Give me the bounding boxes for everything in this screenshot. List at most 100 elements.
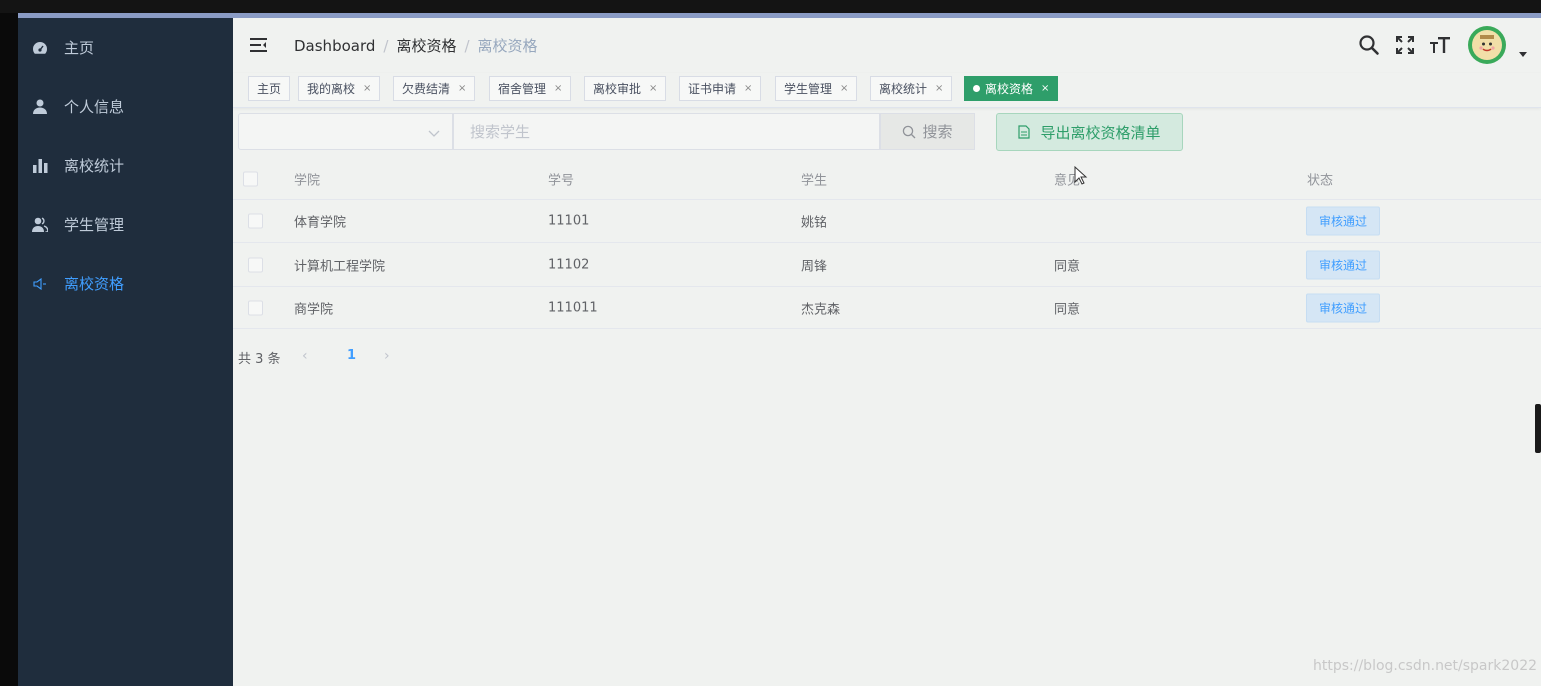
status-badge: 审核通过 (1306, 206, 1381, 236)
table-header: 学院 学号 学生 意见 状态 (233, 158, 1541, 200)
sidebar-item-profile[interactable]: 个人信息 (18, 77, 233, 136)
avatar[interactable] (1468, 26, 1506, 64)
font-size-icon[interactable] (1429, 34, 1451, 56)
tag-approval[interactable]: 离校审批 × (584, 76, 667, 101)
tag-label: 离校资格 (985, 82, 1034, 96)
cell-student: 姚铭 (801, 215, 828, 231)
close-icon[interactable]: × (1041, 83, 1049, 94)
speaker-icon (32, 276, 48, 292)
pagination: 共 3 条 ‹ 1 › (238, 346, 390, 368)
cell-student: 周锋 (801, 259, 828, 274)
table-row[interactable]: 计算机工程学院 11102 周锋 同意 审核通过 (233, 243, 1541, 287)
scrollbar-handle[interactable] (1535, 404, 1541, 453)
cell-college: 商学院 (294, 302, 334, 317)
sidebar-item-label: 离校资格 (64, 275, 125, 293)
main-content: Dashboard / 离校资格 / 离校资格 主页 我的离校 × 欠费结清 ×… (233, 18, 1541, 686)
tag-home[interactable]: 主页 (248, 76, 291, 101)
page-number-current[interactable]: 1 (347, 348, 356, 363)
people-icon (32, 217, 48, 233)
table-row[interactable]: 体育学院 11101 姚铭 审核通过 (233, 200, 1541, 243)
sidebar-item-label: 学生管理 (64, 216, 125, 234)
close-icon[interactable]: × (458, 83, 466, 94)
dashboard-icon (32, 40, 48, 56)
row-checkbox[interactable] (248, 300, 263, 315)
close-icon[interactable]: × (744, 83, 752, 94)
next-page-icon[interactable]: › (384, 348, 390, 364)
breadcrumb-item-dashboard[interactable]: Dashboard (294, 37, 375, 55)
tag-label: 主页 (257, 82, 282, 96)
select-all-checkbox[interactable] (243, 171, 258, 186)
mouse-cursor-icon (1074, 166, 1088, 185)
college-select[interactable] (238, 113, 453, 150)
breadcrumb-separator: / (464, 36, 470, 55)
sidebar: 主页 个人信息 离校统计 学生管理 离校资格 (18, 18, 233, 686)
sidebar-item-leave-qualification[interactable]: 离校资格 (18, 254, 233, 313)
tag-label: 证书申请 (688, 82, 737, 96)
close-icon[interactable]: × (554, 83, 562, 94)
cell-college: 计算机工程学院 (294, 259, 386, 274)
cell-id: 11101 (548, 213, 590, 229)
tag-fees[interactable]: 欠费结清 × (393, 76, 476, 101)
sidebar-item-label: 主页 (64, 39, 95, 57)
cell-opinion: 同意 (1054, 302, 1081, 317)
breadcrumb-separator: / (383, 36, 389, 55)
cell-id: 11102 (548, 257, 590, 272)
cell-id: 111011 (548, 300, 598, 315)
tag-certificate[interactable]: 证书申请 × (679, 76, 762, 101)
sidebar-item-students[interactable]: 学生管理 (18, 195, 233, 254)
navbar: Dashboard / 离校资格 / 离校资格 (233, 18, 1541, 73)
status-badge: 审核通过 (1306, 293, 1381, 322)
document-icon (1018, 125, 1031, 139)
close-icon[interactable]: × (363, 83, 371, 94)
column-header-college: 学院 (294, 173, 321, 188)
tag-label: 离校审批 (593, 82, 642, 96)
row-checkbox[interactable] (248, 213, 263, 229)
sidebar-item-label: 个人信息 (64, 98, 125, 116)
tag-my-leave[interactable]: 我的离校 × (298, 76, 381, 101)
column-header-id: 学号 (548, 173, 575, 188)
sidebar-item-home[interactable]: 主页 (18, 18, 233, 77)
breadcrumb-item-current: 离校资格 (477, 37, 538, 55)
tag-students[interactable]: 学生管理 × (775, 76, 858, 101)
tags-view: 主页 我的离校 × 欠费结清 × 宿舍管理 × 离校审批 × 证书申请 × 学生管理 × 离… (233, 73, 1541, 108)
avatar-face-icon (1472, 30, 1502, 60)
breadcrumb-item[interactable]: 离校资格 (396, 35, 456, 56)
close-icon[interactable]: × (840, 83, 848, 94)
tag-label: 欠费结清 (402, 82, 451, 96)
hamburger-icon[interactable] (249, 35, 269, 55)
caret-down-icon[interactable] (1519, 52, 1527, 57)
table-row[interactable]: 商学院 111011 杰克森 同意 审核通过 (233, 287, 1541, 329)
breadcrumb: Dashboard / 离校资格 / 离校资格 (294, 35, 538, 56)
bar-chart-icon (32, 158, 48, 174)
prev-page-icon[interactable]: ‹ (302, 348, 308, 364)
search-input[interactable] (453, 113, 880, 150)
export-button[interactable]: 导出离校资格清单 (996, 113, 1183, 151)
tag-label: 我的离校 (307, 82, 356, 96)
cell-student: 杰克森 (801, 302, 841, 317)
tag-dormitory[interactable]: 宿舍管理 × (489, 76, 572, 101)
column-header-status: 状态 (1307, 173, 1334, 188)
search-button-label: 搜索 (922, 123, 953, 141)
status-badge: 审核通过 (1306, 250, 1381, 279)
row-checkbox[interactable] (248, 257, 263, 272)
close-icon[interactable]: × (649, 83, 657, 94)
chevron-down-icon (428, 124, 440, 143)
search-button[interactable]: 搜索 (880, 113, 975, 150)
tag-leave-qualification[interactable]: 离校资格 × (964, 76, 1059, 101)
search-icon[interactable] (1358, 34, 1380, 56)
search-icon (903, 125, 916, 138)
column-header-student: 学生 (801, 173, 828, 188)
tag-label: 宿舍管理 (498, 82, 547, 96)
top-bar (0, 0, 1541, 13)
tag-stats[interactable]: 离校统计 × (870, 76, 953, 101)
fullscreen-icon[interactable] (1394, 34, 1416, 56)
pagination-total: 共 3 条 (238, 351, 281, 367)
sidebar-item-label: 离校统计 (64, 157, 125, 175)
tag-label: 离校统计 (879, 82, 928, 96)
tag-label: 学生管理 (784, 82, 833, 96)
close-icon[interactable]: × (935, 83, 943, 94)
export-button-label: 导出离校资格清单 (1040, 123, 1161, 142)
active-dot-icon (973, 85, 980, 92)
sidebar-item-stats[interactable]: 离校统计 (18, 136, 233, 195)
cell-opinion: 同意 (1054, 259, 1081, 274)
